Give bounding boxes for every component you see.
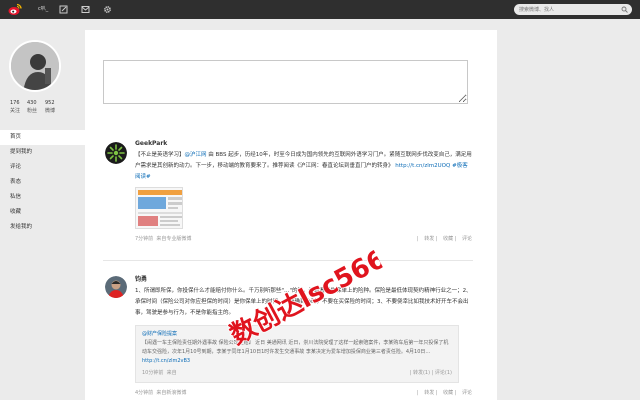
stat-count: 952 [45,100,55,106]
post-text: 【不止是英语学习】@沪江网 由 BBS 起步，历经10年，时至今日成为国内领先的… [135,150,472,183]
username-link[interactable]: c叭_ [38,5,48,12]
post-meta-left: 7分钟前 来自专业版微博 [135,235,191,242]
webpage-screenshot-icon [136,188,182,228]
repost-time[interactable]: 10分钟前 [142,370,163,376]
stat-count: 430 [27,100,37,106]
post-author-avatar[interactable] [105,142,127,164]
repost-button[interactable]: 转发 [424,236,434,242]
search-icon[interactable] [621,6,628,13]
message-icon[interactable] [80,4,91,15]
favorite-button[interactable]: 收藏 [443,236,453,242]
repost-actions: | 转发(1) | 评论(1) [409,370,452,376]
favorite-button[interactable]: 收藏 [443,390,453,396]
repost-link[interactable]: http://t.cn/zlm2vB3 [142,358,190,364]
post-divider [103,260,473,261]
post-time[interactable]: 4分钟前 [135,390,153,396]
post-source: 来自专业版微博 [156,236,192,242]
mention-link[interactable]: @沪江网 [185,152,207,158]
post-time[interactable]: 7分钟前 [135,236,153,242]
settings-gear-icon[interactable] [102,4,113,15]
geekpark-logo-icon [105,142,127,164]
post-source: 来自新浪微博 [156,390,187,396]
post-meta: 4分钟前 来自新浪微博 | 转发 | 收藏 | 评论 [135,389,472,399]
repost-meta-left: 10分钟前 来自 [142,369,177,376]
post-actions: | 转发 | 收藏 | 评论 [416,236,472,242]
profile-photo-icon [11,42,59,90]
main-panel: GeekPark 【不止是英语学习】@沪江网 由 BBS 起步，历经10年，时至… [85,30,497,400]
short-url-link[interactable]: http://t.cn/zlm2UOQ [395,163,450,169]
repost-button[interactable]: 转发 [424,390,434,396]
search-box[interactable] [514,4,632,15]
repost-repost-button[interactable]: 转发(1) [413,370,430,376]
stat-label: 微博 [45,108,56,114]
search-input[interactable] [514,4,618,15]
post-thumbnail[interactable] [135,187,183,229]
profile-avatar[interactable] [9,40,61,92]
repost-comment-button[interactable]: 评论(1) [435,370,452,376]
post-meta: 7分钟前 来自专业版微博 | 转发 | 收藏 | 评论 [135,235,472,245]
repost-text-block: 【闹遇一车主保险责任期外遇事故 保险公司拒赔】 近日 美通网讯 近日，崇川法院受… [142,339,452,366]
top-bar: c叭_ [0,0,640,19]
user-photo-icon [105,276,127,298]
repost-source: 来自 [166,370,177,376]
post-author-avatar[interactable] [105,276,127,298]
comment-button[interactable]: 评论 [462,390,472,396]
post-actions: | 转发 | 收藏 | 评论 [416,390,472,396]
stat-weibo[interactable]: 952 微博 [45,100,65,114]
post-author-name[interactable]: GeekPark [135,140,472,147]
stat-followers[interactable]: 430 粉丝 [27,100,47,114]
stat-label: 粉丝 [27,108,38,114]
compose-icon[interactable] [58,4,69,15]
repost-meta: 10分钟前 来自 | 转发(1) | 评论(1) [142,369,452,378]
repost-text: 【闹遇一车主保险责任期外遇事故 保险公司拒赔】 近日 美通网讯 近日，崇川法院受… [142,340,449,355]
comment-button[interactable]: 评论 [462,236,472,242]
compose-textarea[interactable] [103,60,468,104]
post-meta-left: 4分钟前 来自新浪微博 [135,389,186,396]
post-text-lead: 【不止是英语学习】 [135,152,185,158]
weibo-logo-icon[interactable] [8,3,22,16]
